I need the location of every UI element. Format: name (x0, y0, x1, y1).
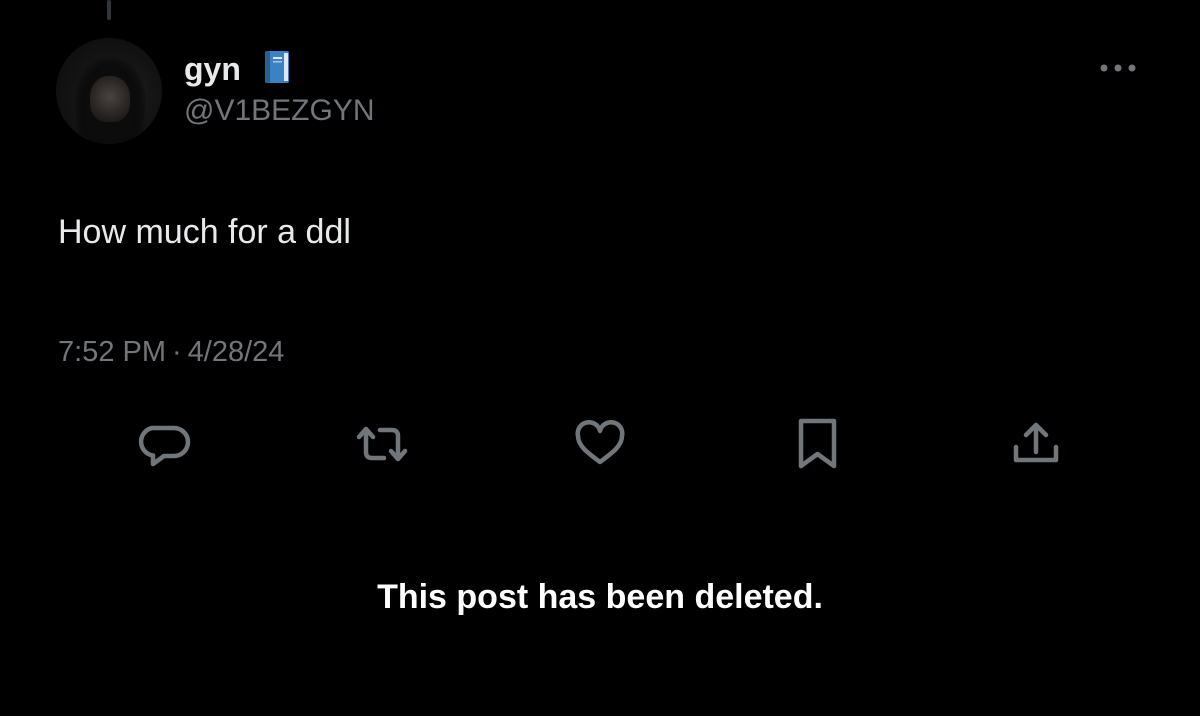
like-button[interactable] (570, 416, 630, 472)
thread-connector-line (107, 0, 111, 20)
reply-button[interactable] (134, 416, 194, 472)
avatar-face (90, 76, 130, 122)
bookmark-icon (798, 418, 837, 469)
more-options-icon[interactable] (1096, 58, 1140, 78)
bookmark-button[interactable] (788, 416, 848, 472)
heart-icon (575, 420, 625, 465)
timestamp-separator: · (172, 336, 182, 368)
author-display-name[interactable]: gyn (184, 50, 241, 88)
deleted-post-notice: This post has been deleted. (377, 578, 823, 616)
repost-arrows-icon (356, 426, 408, 462)
share-button[interactable] (1006, 416, 1066, 472)
blue-book-icon (265, 51, 289, 83)
speech-bubble-icon (138, 425, 191, 467)
post-text: How much for a ddl (58, 213, 351, 251)
author-handle[interactable]: @V1BEZGYN (184, 93, 375, 129)
post-time: 7:52 PM (58, 336, 166, 368)
post-date: 4/28/24 (187, 336, 285, 368)
share-upload-icon (1013, 422, 1059, 463)
avatar[interactable] (56, 38, 162, 144)
repost-button[interactable] (352, 416, 412, 472)
post-timestamp[interactable]: 7:52 PM · 4/28/24 (58, 334, 284, 370)
